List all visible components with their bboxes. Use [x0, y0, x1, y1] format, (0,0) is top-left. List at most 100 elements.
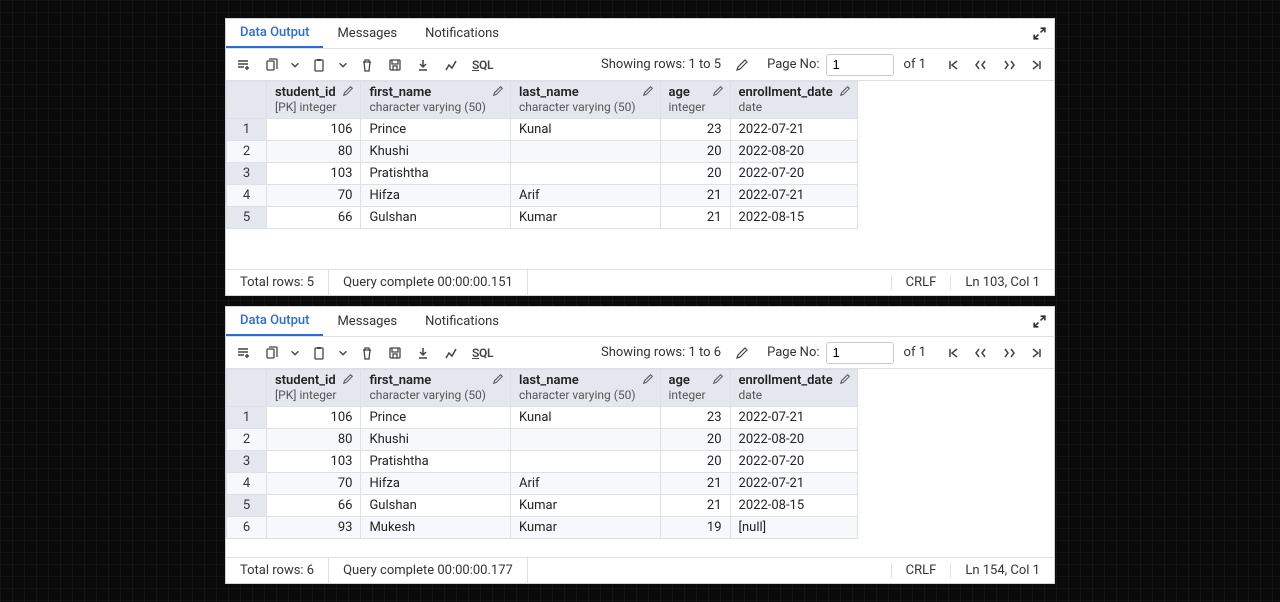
cell[interactable]: 20 [660, 451, 730, 473]
expand-icon[interactable] [1024, 26, 1054, 41]
column-header[interactable]: last_namecharacter varying (50) [510, 370, 660, 407]
cell[interactable]: Kumar [510, 517, 660, 539]
cell[interactable]: Khushi [361, 429, 511, 451]
row-number[interactable]: 5 [227, 495, 267, 517]
page-no-input[interactable] [826, 54, 894, 76]
add-row-button[interactable] [230, 340, 256, 366]
cell[interactable]: Prince [361, 407, 511, 429]
cell[interactable]: 70 [267, 185, 361, 207]
cell[interactable]: Gulshan [361, 207, 511, 229]
cell[interactable]: 66 [267, 207, 361, 229]
add-row-button[interactable] [230, 52, 256, 78]
cell[interactable]: 19 [660, 517, 730, 539]
cell[interactable]: 21 [660, 185, 730, 207]
cell[interactable] [510, 451, 660, 473]
column-header[interactable]: first_namecharacter varying (50) [361, 370, 511, 407]
column-header[interactable]: ageinteger [660, 370, 730, 407]
cell[interactable]: Prince [361, 119, 511, 141]
paste-button[interactable] [306, 340, 332, 366]
table-row[interactable]: 1106PrinceKunal232022-07-21 [227, 119, 858, 141]
chart-button[interactable] [438, 340, 464, 366]
cell[interactable]: Pratishtha [361, 163, 511, 185]
cell[interactable]: 106 [267, 407, 361, 429]
paste-dropdown[interactable] [334, 52, 352, 78]
row-number[interactable]: 1 [227, 119, 267, 141]
row-number[interactable]: 2 [227, 429, 267, 451]
copy-button[interactable] [258, 340, 284, 366]
next-page-button[interactable] [996, 340, 1022, 366]
cell[interactable]: 93 [267, 517, 361, 539]
cell[interactable]: 70 [267, 473, 361, 495]
cell[interactable]: 66 [267, 495, 361, 517]
cell[interactable]: 2022-07-21 [730, 119, 857, 141]
tab-notifications[interactable]: Notifications [411, 19, 513, 48]
sql-button[interactable]: SQL [466, 340, 499, 366]
column-header[interactable]: student_id[PK] integer [267, 370, 361, 407]
cell[interactable]: Kunal [510, 119, 660, 141]
column-header[interactable]: student_id[PK] integer [267, 82, 361, 119]
column-header[interactable]: first_namecharacter varying (50) [361, 82, 511, 119]
paste-dropdown[interactable] [334, 340, 352, 366]
cell[interactable]: 2022-07-20 [730, 451, 857, 473]
cell[interactable]: Arif [510, 185, 660, 207]
cell[interactable]: Hifza [361, 185, 511, 207]
chart-button[interactable] [438, 52, 464, 78]
delete-button[interactable] [354, 340, 380, 366]
row-number[interactable]: 2 [227, 141, 267, 163]
edit-rows-button[interactable] [729, 340, 755, 366]
cell[interactable]: 21 [660, 495, 730, 517]
cell[interactable]: Kunal [510, 407, 660, 429]
pencil-icon[interactable] [642, 373, 654, 389]
table-row[interactable]: 470HifzaArif212022-07-21 [227, 185, 858, 207]
cell[interactable] [510, 141, 660, 163]
row-number[interactable]: 3 [227, 163, 267, 185]
last-page-button[interactable] [1024, 52, 1050, 78]
cell[interactable]: Kumar [510, 495, 660, 517]
cell[interactable]: 23 [660, 407, 730, 429]
pencil-icon[interactable] [712, 85, 724, 101]
sql-button[interactable]: SQL [466, 52, 499, 78]
pencil-icon[interactable] [642, 85, 654, 101]
table-row[interactable]: 566GulshanKumar212022-08-15 [227, 207, 858, 229]
column-header[interactable]: ageinteger [660, 82, 730, 119]
cell[interactable]: Khushi [361, 141, 511, 163]
table-row[interactable]: 280Khushi202022-08-20 [227, 429, 858, 451]
copy-button[interactable] [258, 52, 284, 78]
cell[interactable]: 21 [660, 473, 730, 495]
tab-messages[interactable]: Messages [323, 307, 411, 336]
cell[interactable]: 2022-08-20 [730, 429, 857, 451]
cell[interactable]: 80 [267, 141, 361, 163]
copy-dropdown[interactable] [286, 340, 304, 366]
row-number[interactable]: 5 [227, 207, 267, 229]
cell[interactable]: 21 [660, 207, 730, 229]
download-button[interactable] [410, 340, 436, 366]
column-header[interactable]: last_namecharacter varying (50) [510, 82, 660, 119]
prev-page-button[interactable] [968, 340, 994, 366]
pencil-icon[interactable] [342, 85, 354, 101]
cell[interactable]: Gulshan [361, 495, 511, 517]
cell[interactable]: 23 [660, 119, 730, 141]
cell[interactable]: 106 [267, 119, 361, 141]
cell[interactable]: Arif [510, 473, 660, 495]
pencil-icon[interactable] [342, 373, 354, 389]
table-row[interactable]: 280Khushi202022-08-20 [227, 141, 858, 163]
prev-page-button[interactable] [968, 52, 994, 78]
cell[interactable]: 2022-07-21 [730, 407, 857, 429]
tab-notifications[interactable]: Notifications [411, 307, 513, 336]
cell[interactable]: 20 [660, 163, 730, 185]
cell[interactable]: 2022-08-20 [730, 141, 857, 163]
tab-data-output[interactable]: Data Output [226, 19, 323, 48]
tab-data-output[interactable]: Data Output [226, 307, 323, 336]
cell[interactable]: Mukesh [361, 517, 511, 539]
first-page-button[interactable] [940, 52, 966, 78]
cell[interactable]: 2022-07-21 [730, 185, 857, 207]
pencil-icon[interactable] [492, 373, 504, 389]
cell[interactable]: 103 [267, 163, 361, 185]
row-number[interactable]: 3 [227, 451, 267, 473]
cell[interactable] [510, 429, 660, 451]
cell[interactable]: Hifza [361, 473, 511, 495]
copy-dropdown[interactable] [286, 52, 304, 78]
edit-rows-button[interactable] [729, 52, 755, 78]
paste-button[interactable] [306, 52, 332, 78]
pencil-icon[interactable] [492, 85, 504, 101]
